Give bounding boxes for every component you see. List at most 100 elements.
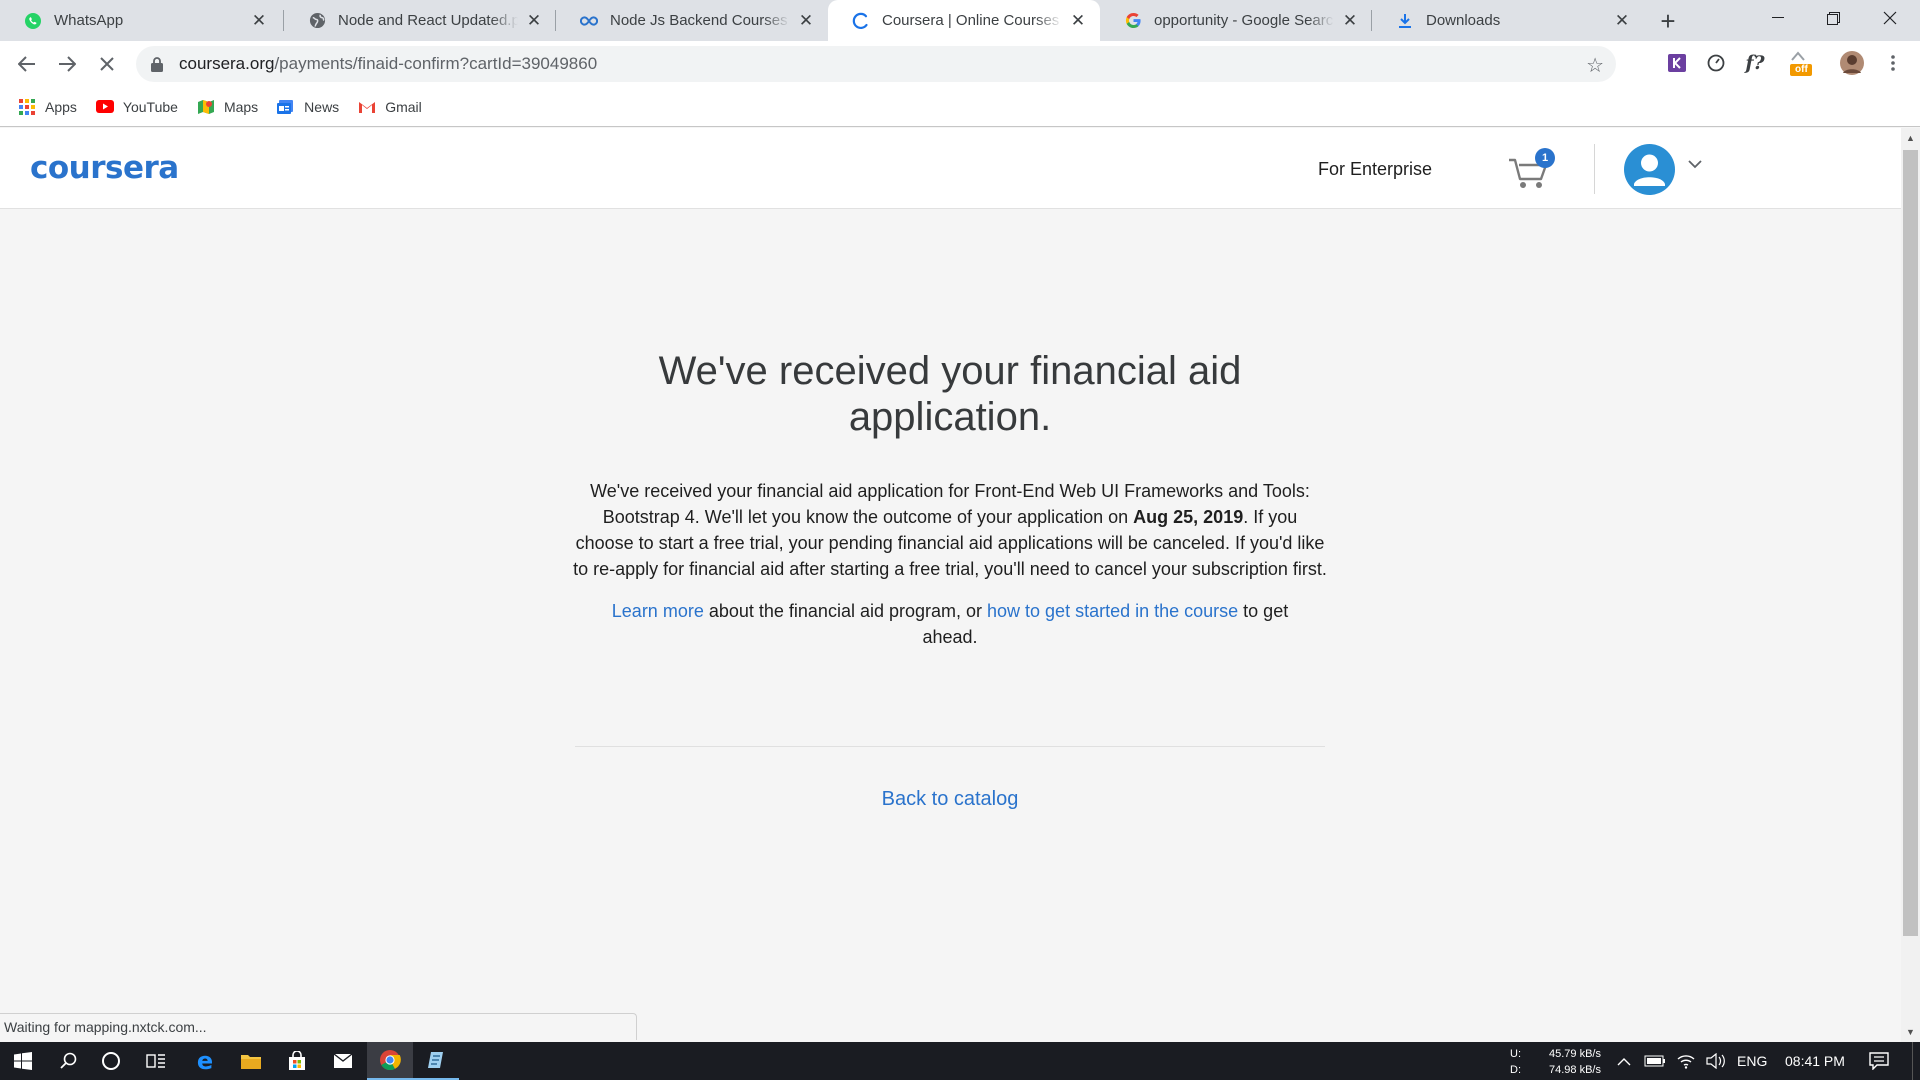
tab-title: Node Js Backend Courses | C [610, 12, 790, 29]
store-icon[interactable] [274, 1042, 320, 1080]
minimize-icon[interactable] [1755, 0, 1801, 36]
volume-icon[interactable] [1706, 1042, 1726, 1080]
lock-icon [151, 57, 163, 72]
chevron-up-icon[interactable] [1617, 1042, 1631, 1080]
close-icon[interactable]: ✕ [1340, 11, 1360, 31]
browser-status-bar: Waiting for mapping.nxtck.com... [0, 1013, 637, 1040]
tab-title: opportunity - Google Search [1154, 12, 1334, 29]
tab-strip: WhatsApp ✕ Node and React Updated.pdf ✕ … [0, 0, 1920, 41]
windows-start-icon[interactable] [0, 1042, 46, 1080]
close-icon[interactable]: ✕ [524, 11, 544, 31]
coursera-infinity-icon [580, 12, 598, 30]
apps-grid-icon [18, 98, 36, 116]
new-tab-button[interactable]: + [1653, 6, 1683, 36]
forward-arrow-icon[interactable] [51, 48, 83, 80]
back-to-catalog-link: Back to catalog [572, 788, 1328, 811]
google-icon [1124, 12, 1142, 30]
search-icon[interactable] [46, 1042, 92, 1080]
section-divider [575, 746, 1325, 747]
for-enterprise-link[interactable]: For Enterprise [1318, 159, 1432, 180]
url-path: /payments/finaid-confirm?cartId=39049860 [274, 54, 598, 73]
windows-taskbar: e U: D: 45.79 kB/s 74.98 kB/s ENG 08:41 … [0, 1042, 1920, 1080]
show-desktop-divider[interactable] [1912, 1042, 1913, 1080]
tab-downloads[interactable]: Downloads ✕ [1372, 0, 1644, 41]
outcome-date: Aug 25, 2019 [1133, 507, 1244, 527]
close-window-icon[interactable] [1867, 0, 1913, 36]
gmail-icon [358, 98, 376, 116]
task-view-icon[interactable] [133, 1042, 179, 1080]
bookmark-gmail[interactable]: Gmail [358, 98, 422, 116]
bookmark-news[interactable]: News [277, 98, 339, 116]
learn-more-link[interactable]: Learn more [612, 601, 704, 621]
tab-coursera-active[interactable]: Coursera | Online Courses Fr ✕ [828, 0, 1100, 41]
net-upload-label: U: [1510, 1048, 1521, 1060]
tab-title: Downloads [1426, 12, 1501, 29]
close-icon[interactable]: ✕ [1068, 11, 1088, 31]
cart-count-badge: 1 [1535, 148, 1555, 168]
extension-off-icon[interactable]: off [1787, 50, 1813, 76]
language-indicator[interactable]: ENG [1737, 1042, 1767, 1080]
wifi-icon[interactable] [1677, 1042, 1695, 1080]
close-icon[interactable]: ✕ [796, 11, 816, 31]
extension-off-badge: off [1795, 64, 1808, 75]
back-to-catalog-text[interactable]: Back to catalog [882, 788, 1019, 810]
confirmation-content: We've received your financial aid applic… [572, 348, 1328, 650]
header-divider [1594, 144, 1595, 194]
file-explorer-icon[interactable] [228, 1042, 274, 1080]
clock[interactable]: 08:41 PM [1785, 1042, 1845, 1080]
formula-extension-icon[interactable]: f? [1742, 50, 1768, 76]
tab-whatsapp[interactable]: WhatsApp ✕ [0, 0, 281, 41]
address-bar[interactable]: coursera.org/payments/finaid-confirm?car… [136, 46, 1616, 82]
scroll-down-arrow-icon[interactable]: ▼ [1901, 1024, 1920, 1040]
tab-node-backend-courses[interactable]: Node Js Backend Courses | C ✕ [556, 0, 828, 41]
notepad-taskbar-icon[interactable] [413, 1042, 459, 1080]
bookmark-label: Gmail [385, 98, 422, 115]
browser-toolbar: coursera.org/payments/finaid-confirm?car… [0, 41, 1920, 87]
bookmark-maps[interactable]: Maps [197, 98, 258, 116]
restore-icon[interactable] [1810, 0, 1856, 36]
bookmark-label: YouTube [122, 98, 178, 115]
download-icon [1396, 12, 1414, 30]
close-icon[interactable]: ✕ [1612, 11, 1632, 31]
net-download-label: D: [1510, 1064, 1521, 1076]
tab-title: Node and React Updated.pdf [338, 12, 518, 29]
page-title: We've received your financial aid applic… [658, 349, 1242, 439]
scrollbar-thumb[interactable] [1903, 150, 1918, 936]
menu-dots-icon[interactable] [1880, 50, 1906, 76]
whatsapp-icon [24, 12, 42, 30]
help-text: about the financial aid program, or [703, 601, 988, 621]
battery-icon[interactable] [1644, 1042, 1666, 1080]
url-text: coursera.org/payments/finaid-confirm?car… [179, 54, 597, 74]
user-avatar-icon[interactable] [1624, 144, 1675, 195]
stop-loading-icon[interactable] [91, 48, 123, 80]
notification-center-icon[interactable] [1869, 1042, 1889, 1080]
url-host: coursera.org [179, 54, 275, 73]
chrome-taskbar-icon[interactable] [367, 1042, 413, 1080]
bookmark-youtube[interactable]: YouTube [95, 98, 178, 116]
profile-avatar-icon[interactable] [1839, 50, 1865, 76]
tab-title: WhatsApp [54, 12, 124, 29]
site-header: coursera For Enterprise 1 [0, 128, 1901, 209]
bookmark-label: News [304, 98, 340, 115]
tab-google-search[interactable]: opportunity - Google Search ✕ [1100, 0, 1372, 41]
mail-icon[interactable] [320, 1042, 366, 1080]
edge-browser-icon[interactable]: e [182, 1042, 228, 1080]
loading-spinner-icon [852, 12, 870, 30]
scroll-up-arrow-icon[interactable]: ▲ [1901, 130, 1920, 146]
bookmark-label: Maps [223, 98, 259, 115]
cortana-icon[interactable] [88, 1042, 134, 1080]
speedometer-icon[interactable] [1703, 50, 1729, 76]
maps-icon [197, 98, 215, 116]
chevron-down-icon[interactable] [1688, 156, 1702, 174]
net-upload-speed: 45.79 kB/s [1549, 1048, 1601, 1060]
coursera-logo[interactable]: coursera [30, 150, 179, 186]
web-page: coursera For Enterprise 1 We've received… [0, 128, 1901, 1042]
tab-node-react-pdf[interactable]: Node and React Updated.pdf ✕ [284, 0, 556, 41]
get-started-link[interactable]: how to get started in the course [987, 601, 1238, 621]
bookmarks-bar: Apps YouTube Maps News Gmail [0, 87, 1920, 127]
back-arrow-icon[interactable] [11, 48, 43, 80]
close-icon[interactable]: ✕ [249, 11, 269, 31]
extension-k-icon[interactable] [1664, 50, 1690, 76]
bookmark-apps[interactable]: Apps [18, 98, 77, 116]
bookmark-star-icon[interactable]: ☆ [1586, 53, 1604, 78]
